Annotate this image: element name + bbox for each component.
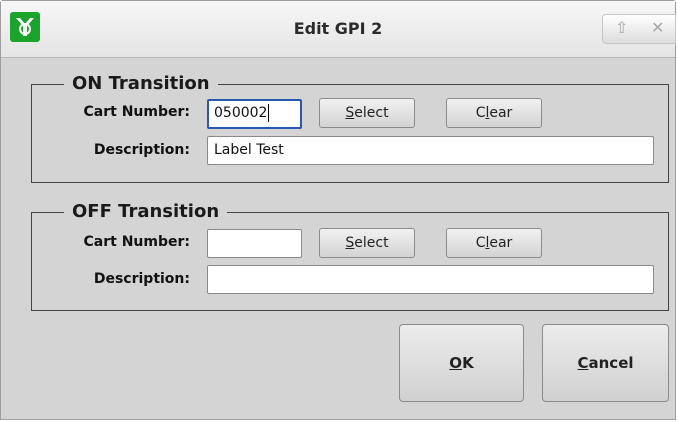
off-description-field[interactable] <box>207 265 654 294</box>
up-arrow-icon[interactable]: ⇧ <box>615 18 628 37</box>
off-select-button[interactable]: Select <box>319 228 415 258</box>
on-clear-button[interactable]: Clear <box>446 98 542 128</box>
off-transition-title: OFF Transition <box>64 200 228 224</box>
on-description-field[interactable]: Label Test <box>207 136 654 165</box>
on-description-label: Description: <box>93 142 190 158</box>
off-description-label: Description: <box>93 271 190 287</box>
title-bar: Edit GPI 2 ⇧ ✕ <box>1 1 676 58</box>
on-cart-number-field[interactable]: 050002 <box>207 99 302 129</box>
on-select-button[interactable]: Select <box>319 98 415 128</box>
ok-button[interactable]: OK <box>399 324 524 402</box>
close-icon[interactable]: ✕ <box>651 18 664 37</box>
window-controls: ⇧ ✕ <box>602 14 676 44</box>
on-transition-group: ON Transition Cart Number: 050002 Select… <box>31 72 669 183</box>
edit-gpi-dialog: Edit GPI 2 ⇧ ✕ ON Transition Cart Number… <box>0 0 676 420</box>
off-cart-number-field[interactable] <box>207 229 302 258</box>
on-transition-title: ON Transition <box>64 72 218 96</box>
cancel-button[interactable]: Cancel <box>542 324 669 402</box>
window-title: Edit GPI 2 <box>293 19 383 38</box>
on-cart-number-label: Cart Number: <box>83 104 190 120</box>
off-cart-number-label: Cart Number: <box>83 234 190 250</box>
off-transition-group: OFF Transition Cart Number: Select Clear… <box>31 200 669 311</box>
off-clear-button[interactable]: Clear <box>446 228 542 258</box>
